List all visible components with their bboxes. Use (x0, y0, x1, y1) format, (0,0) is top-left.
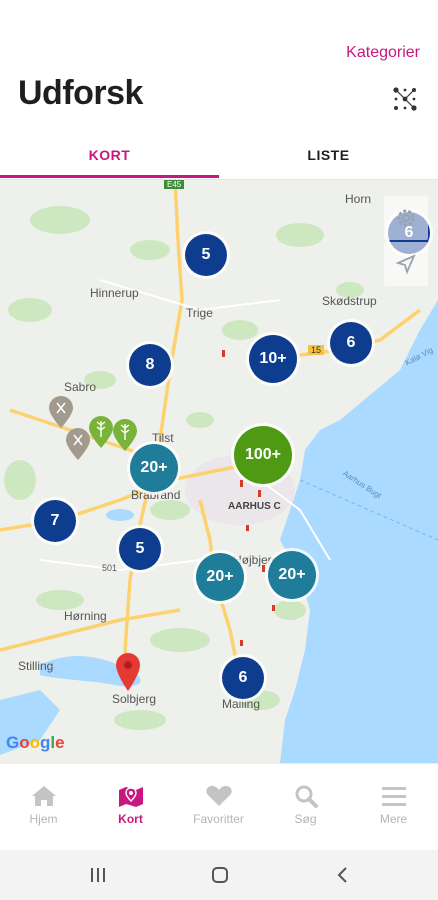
home-button-icon[interactable] (210, 865, 230, 885)
app-header: Kategorier Udforsk (0, 0, 438, 135)
place-label: Tilst (152, 431, 174, 445)
map-cluster[interactable]: 8 (129, 344, 171, 386)
active-tab-indicator (0, 175, 219, 178)
place-label: Trige (186, 306, 213, 320)
place-label: Malling (222, 697, 261, 711)
google-logo: Google (6, 733, 65, 752)
nav-item-hjem[interactable]: Hjem (0, 764, 87, 851)
heart-icon (205, 785, 232, 806)
place-label: Skødstrup (322, 294, 377, 308)
poi-pin-green[interactable] (112, 418, 138, 452)
map-cluster[interactable]: 20+ (268, 551, 316, 599)
tab-kort[interactable]: KORT (0, 135, 219, 179)
place-label: Sabro (64, 380, 97, 394)
nav-label: Kort (118, 812, 143, 826)
map-cluster[interactable]: 6 (222, 657, 264, 699)
bottom-navigation: Hjem Kort Favoritter Søg Mere (0, 763, 438, 851)
map-view[interactable]: Horn Hinnerup Trige Skødstrup Sabro Tils… (0, 180, 438, 763)
place-label: AARHUS C (228, 501, 281, 512)
place-label: Hørning (64, 609, 107, 623)
search-icon (295, 785, 318, 808)
back-icon[interactable] (333, 865, 353, 885)
menu-icon (381, 787, 406, 806)
filter-network-icon[interactable] (392, 86, 418, 112)
nav-label: Søg (294, 812, 317, 826)
nav-label: Mere (379, 812, 408, 826)
place-label: Hinnerup (90, 286, 139, 300)
map-cluster[interactable]: 5 (185, 234, 227, 276)
nav-item-kort[interactable]: Kort (87, 764, 174, 851)
place-label: Stilling (18, 659, 54, 673)
place-label: Solbjerg (112, 692, 157, 706)
system-navigation-bar (0, 850, 438, 900)
page-title: Udforsk (18, 74, 143, 112)
road-shield: E45 (164, 180, 185, 189)
road-shield: 501 (102, 563, 118, 573)
poi-pin-green[interactable] (88, 415, 114, 449)
nav-item-sog[interactable]: Søg (262, 764, 349, 851)
my-location-button[interactable] (384, 242, 428, 286)
poi-pin-grey[interactable] (48, 395, 74, 429)
tab-liste[interactable]: LISTE (219, 135, 438, 179)
location-marker-icon[interactable] (115, 652, 141, 692)
nav-item-mere[interactable]: Mere (350, 764, 437, 851)
map-cluster[interactable]: 20+ (130, 444, 178, 492)
navigation-arrow-icon (395, 254, 416, 275)
map-cluster[interactable]: 10+ (249, 335, 297, 383)
map-cluster[interactable]: 100+ (234, 426, 292, 484)
map-settings-button[interactable] (384, 196, 428, 240)
nav-item-favoritter[interactable]: Favoritter (175, 764, 262, 851)
categories-link[interactable]: Kategorier (346, 44, 420, 62)
map-cluster[interactable]: 7 (34, 500, 76, 542)
nav-label: Favoritter (193, 812, 244, 826)
map-icon (118, 787, 143, 807)
map-cluster[interactable]: 5 (119, 528, 161, 570)
place-label: Horn (345, 192, 372, 206)
view-tabs: KORT LISTE (0, 135, 438, 180)
gear-icon (397, 209, 415, 227)
nav-label: Hjem (29, 812, 58, 826)
recent-apps-icon[interactable] (88, 865, 108, 885)
road-shield: 15 (308, 345, 325, 355)
map-cluster[interactable]: 20+ (196, 553, 244, 601)
home-icon (31, 786, 56, 806)
map-cluster[interactable]: 6 (330, 322, 372, 364)
